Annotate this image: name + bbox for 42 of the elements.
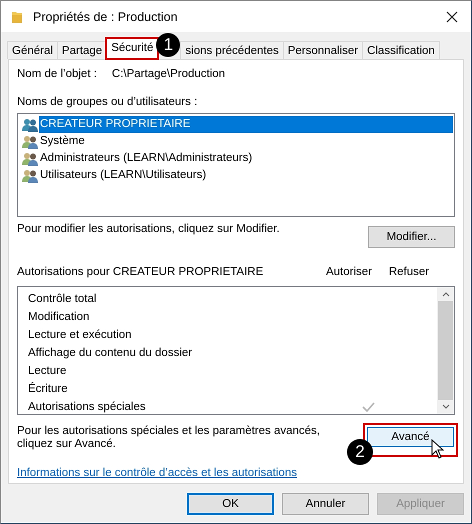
cursor-icon	[431, 439, 444, 459]
permissions-title: Autorisations pour CREATEUR PROPRIETAIRE	[17, 266, 264, 278]
folder-icon	[11, 10, 23, 24]
permission-name: Affichage du contenu du dossier	[28, 347, 194, 359]
group-item[interactable]: Utilisateurs (LEARN\Utilisateurs)	[39, 167, 453, 184]
permission-name: Modification	[28, 311, 90, 323]
advanced-hint: Pour les autorisations spéciales et les paramètres avancés, cliquez sur Avancé.	[17, 425, 321, 452]
object-name-value: C:\Partage\Production	[112, 68, 226, 80]
scrollbar[interactable]	[437, 287, 454, 414]
tab[interactable]: Classification	[362, 41, 440, 59]
users-icon	[22, 152, 38, 166]
allow-header: Autoriser	[324, 266, 374, 278]
scroll-down-icon[interactable]	[442, 404, 450, 410]
scroll-up-icon[interactable]	[442, 291, 450, 297]
dialog-button[interactable]: OK	[187, 493, 274, 515]
permission-name: Écriture	[28, 383, 69, 395]
group-item[interactable]: Système	[39, 133, 453, 150]
modify-hint: Pour modifier les autorisations, cliquez sur Modifier.	[17, 223, 280, 235]
step-badge: 2	[347, 439, 373, 465]
dialog-button[interactable]: Annuler	[282, 493, 369, 515]
group-item[interactable]: Administrateurs (LEARN\Administrateurs)	[39, 150, 453, 167]
permission-name: Lecture et exécution	[28, 329, 133, 341]
groups-label: Noms de groupes ou d’utilisateurs :	[17, 96, 198, 108]
tab[interactable]: Général	[7, 41, 58, 59]
users-icon	[22, 168, 38, 182]
permission-name: Lecture	[28, 365, 68, 377]
close-icon[interactable]	[446, 10, 458, 22]
permission-name: Autorisations spéciales	[28, 401, 147, 413]
tab[interactable]: Partage	[56, 41, 108, 59]
step-badge: 1	[156, 33, 180, 57]
window-title: Propriétés de : Production	[33, 10, 179, 24]
group-item[interactable]: CREATEUR PROPRIETAIRE	[39, 116, 453, 133]
help-link[interactable]: Informations sur le contrôle d’accès et les autorisations	[17, 467, 297, 479]
users-icon	[22, 134, 38, 148]
modify-button[interactable]: Modifier...	[368, 226, 455, 248]
permission-name: Contrôle total	[28, 293, 98, 305]
deny-header: Refuser	[388, 266, 430, 278]
object-name-label: Nom de l’objet :	[17, 68, 97, 80]
tab[interactable]: Sécurité	[106, 38, 158, 59]
advanced-button[interactable]: Avancé	[367, 427, 454, 447]
users-icon	[22, 118, 38, 132]
tab[interactable]: sions précédentes	[180, 41, 284, 59]
